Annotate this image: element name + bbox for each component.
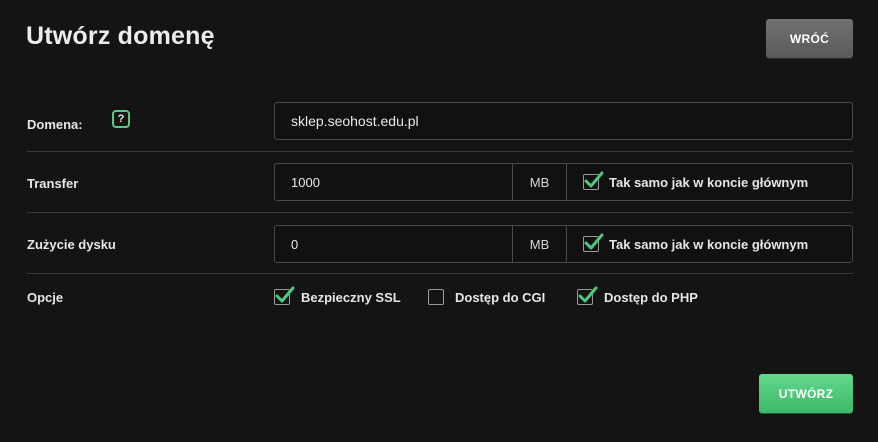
check-icon: [584, 233, 604, 250]
cgi-checkbox[interactable]: [428, 289, 444, 305]
transfer-label: Transfer: [27, 176, 79, 191]
disk-same-option[interactable]: Tak samo jak w koncie głównym: [567, 226, 852, 262]
disk-group: MB Tak samo jak w koncie głównym: [274, 225, 853, 263]
transfer-unit: MB: [513, 164, 567, 200]
transfer-same-option[interactable]: Tak samo jak w koncie głównym: [567, 164, 852, 200]
create-button[interactable]: UTWÓRZ: [759, 374, 853, 413]
php-checkbox[interactable]: [577, 286, 598, 305]
check-icon: [584, 171, 604, 188]
transfer-same-checkbox[interactable]: [583, 171, 604, 190]
ssl-checkbox[interactable]: [274, 286, 295, 305]
option-ssl[interactable]: Bezpieczny SSL: [274, 286, 401, 305]
page-title: Utwórz domenę: [26, 22, 215, 50]
check-icon: [275, 286, 295, 303]
check-icon: [578, 286, 598, 303]
options-label: Opcje: [27, 290, 64, 305]
disk-same-label: Tak samo jak w koncie głównym: [609, 236, 809, 252]
transfer-input[interactable]: [275, 164, 513, 200]
divider: [27, 151, 853, 152]
question-icon: ?: [117, 113, 125, 125]
transfer-group: MB Tak samo jak w koncie głównym: [274, 163, 853, 201]
disk-same-checkbox[interactable]: [583, 233, 604, 252]
transfer-same-label: Tak samo jak w koncie głównym: [609, 174, 809, 190]
disk-label: Zużycie dysku: [27, 237, 116, 252]
help-icon[interactable]: ?: [112, 110, 130, 128]
disk-input[interactable]: [275, 226, 513, 262]
disk-unit: MB: [513, 226, 567, 262]
domain-label: Domena:: [27, 117, 83, 132]
divider: [27, 273, 853, 274]
ssl-label: Bezpieczny SSL: [301, 289, 401, 305]
php-label: Dostęp do PHP: [604, 289, 698, 305]
divider: [27, 212, 853, 213]
option-php[interactable]: Dostęp do PHP: [577, 286, 698, 305]
domain-input[interactable]: [274, 102, 853, 140]
back-button[interactable]: WRÓĆ: [766, 19, 853, 58]
option-cgi[interactable]: Dostęp do CGI: [428, 289, 545, 305]
cgi-label: Dostęp do CGI: [455, 289, 546, 305]
